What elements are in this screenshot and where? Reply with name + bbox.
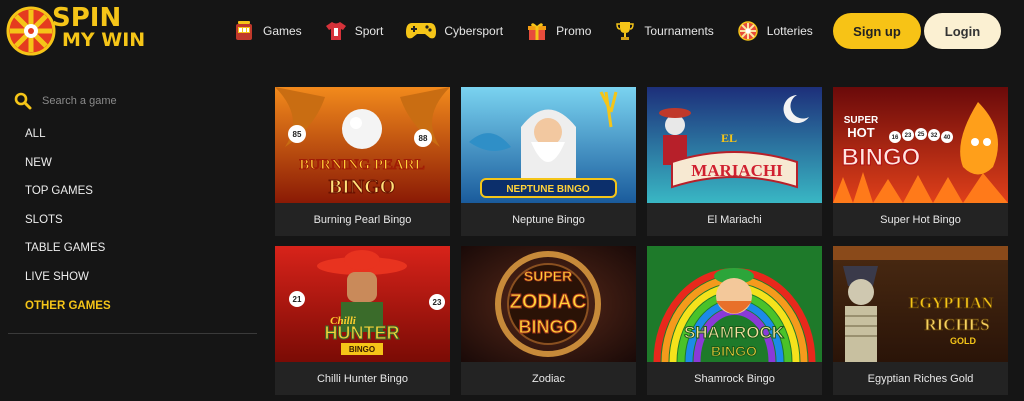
- game-thumbnail: SHAMROCK BINGO: [647, 246, 822, 362]
- game-thumbnail: 85 88 BURNING PEARL BINGO: [275, 87, 450, 203]
- nav-item-sport[interactable]: Sport: [324, 19, 384, 43]
- login-button[interactable]: Login: [924, 13, 1001, 49]
- svg-text:BURNING PEARL: BURNING PEARL: [299, 157, 424, 173]
- slot-machine-icon: [232, 19, 256, 43]
- svg-text:BINGO: BINGO: [349, 345, 375, 354]
- nav-label: Tournaments: [644, 24, 714, 38]
- svg-text:RICHES: RICHES: [924, 315, 989, 334]
- svg-text:88: 88: [419, 134, 428, 143]
- svg-text:23: 23: [433, 298, 442, 307]
- search-field[interactable]: Search a game: [14, 92, 117, 110]
- nav-item-tournaments[interactable]: Tournaments: [613, 19, 714, 43]
- category-new[interactable]: NEW: [25, 155, 111, 184]
- svg-text:BINGO: BINGO: [329, 176, 396, 198]
- logo-text-my-win: MY WIN: [62, 29, 146, 51]
- nav-label: Cybersport: [444, 24, 504, 38]
- svg-text:21: 21: [293, 295, 302, 304]
- game-card-neptune-bingo[interactable]: NEPTUNE BINGO Neptune Bingo: [461, 87, 636, 236]
- svg-text:HOT: HOT: [847, 125, 875, 140]
- svg-text:BINGO: BINGO: [711, 343, 757, 359]
- game-thumbnail: 21 23 Chilli HUNTER BINGO: [275, 246, 450, 362]
- nav-item-promo[interactable]: Promo: [525, 19, 591, 43]
- sidebar: Search a game ALL NEW TOP GAMES SLOTS TA…: [0, 62, 268, 401]
- svg-text:40: 40: [944, 135, 951, 141]
- game-card-shamrock-bingo[interactable]: SHAMROCK BINGO Shamrock Bingo: [647, 246, 822, 395]
- search-icon: [14, 92, 32, 110]
- nav-label: Sport: [354, 24, 384, 38]
- svg-text:NEPTUNE BINGO: NEPTUNE BINGO: [506, 184, 590, 195]
- game-card-chilli-hunter-bingo[interactable]: 21 23 Chilli HUNTER BINGO Chilli Hunter …: [275, 246, 450, 395]
- category-all[interactable]: ALL: [25, 126, 111, 155]
- game-title: Zodiac: [531, 372, 566, 385]
- svg-text:32: 32: [931, 133, 938, 139]
- gift-icon: [525, 19, 549, 43]
- nav-item-lotteries[interactable]: Lotteries: [736, 19, 813, 43]
- svg-text:EGYPTIAN: EGYPTIAN: [909, 295, 994, 312]
- category-top-games[interactable]: TOP GAMES: [25, 183, 111, 212]
- nav-item-games[interactable]: Games: [232, 19, 302, 43]
- trophy-icon: [613, 19, 637, 43]
- game-thumbnail: EGYPTIAN RICHES GOLD: [833, 246, 1008, 362]
- game-title: Super Hot Bingo: [880, 213, 961, 226]
- search-placeholder: Search a game: [42, 95, 117, 107]
- game-card-el-mariachi[interactable]: EL MARIACHI El Mariachi: [647, 87, 822, 236]
- game-card-zodiac[interactable]: SUPER ZODIAC BINGO Zodiac: [461, 246, 636, 395]
- nav-label: Games: [263, 24, 302, 38]
- game-thumbnail: SUPER ZODIAC BINGO: [461, 246, 636, 362]
- nav-item-cybersport[interactable]: Cybersport: [405, 19, 503, 43]
- svg-text:16: 16: [892, 135, 899, 141]
- game-thumbnail: EL MARIACHI: [647, 87, 822, 203]
- svg-text:SHAMROCK: SHAMROCK: [684, 323, 785, 342]
- svg-text:SUPER: SUPER: [524, 268, 572, 284]
- category-live-show[interactable]: LIVE SHOW: [25, 269, 111, 298]
- sign-up-button[interactable]: Sign up: [833, 13, 921, 49]
- game-card-burning-pearl-bingo[interactable]: 85 88 BURNING PEARL BINGO Burning Pearl …: [275, 87, 450, 236]
- svg-text:MARIACHI: MARIACHI: [691, 161, 783, 180]
- svg-text:23: 23: [905, 133, 912, 139]
- game-card-egyptian-riches-gold[interactable]: EGYPTIAN RICHES GOLD Egyptian Riches Gol…: [833, 246, 1008, 395]
- svg-text:25: 25: [918, 132, 925, 138]
- category-slots[interactable]: SLOTS: [25, 212, 111, 241]
- lottery-wheel-icon: [736, 19, 760, 43]
- game-title: Neptune Bingo: [512, 213, 585, 226]
- gamepad-icon: [405, 19, 437, 43]
- category-menu: ALL NEW TOP GAMES SLOTS TABLE GAMES LIVE…: [25, 126, 111, 326]
- game-title: Shamrock Bingo: [694, 372, 775, 385]
- main-nav: Games Sport Cybersport Promo Tournaments: [232, 18, 835, 44]
- nav-label: Lotteries: [766, 24, 813, 38]
- nav-label: Promo: [556, 24, 592, 38]
- svg-text:BINGO: BINGO: [518, 317, 577, 337]
- svg-text:GOLD: GOLD: [950, 336, 976, 346]
- jersey-icon: [324, 19, 348, 43]
- svg-text:HUNTER: HUNTER: [325, 323, 400, 343]
- svg-text:85: 85: [293, 130, 302, 139]
- game-title: El Mariachi: [707, 213, 762, 226]
- game-card-super-hot-bingo[interactable]: SUPER HOT BINGO 16 23 25 32 40 Super Hot…: [833, 87, 1008, 236]
- svg-text:EL: EL: [721, 131, 737, 145]
- category-other-games[interactable]: OTHER GAMES: [25, 298, 111, 327]
- game-title: Burning Pearl Bingo: [313, 213, 412, 226]
- game-thumbnail: NEPTUNE BINGO: [461, 87, 636, 203]
- sidebar-divider: [8, 333, 257, 334]
- wheel-logo-icon: [6, 6, 56, 56]
- svg-text:ZODIAC: ZODIAC: [510, 291, 587, 313]
- logo[interactable]: SPIN MY WIN: [6, 4, 156, 58]
- game-title: Chilli Hunter Bingo: [316, 372, 409, 385]
- category-table-games[interactable]: TABLE GAMES: [25, 240, 111, 269]
- svg-text:BINGO: BINGO: [842, 144, 921, 171]
- game-title: Egyptian Riches Gold: [867, 372, 974, 385]
- header: SPIN MY WIN Games Sport Cybersport Promo…: [0, 0, 1024, 62]
- game-thumbnail: SUPER HOT BINGO 16 23 25 32 40: [833, 87, 1008, 203]
